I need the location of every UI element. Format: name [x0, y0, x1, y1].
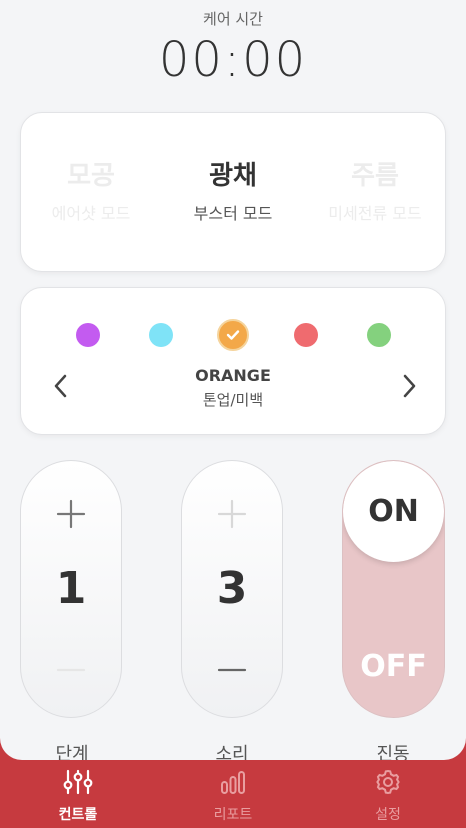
- mode-title: 주름: [351, 161, 399, 191]
- sound-label: 소리: [215, 744, 249, 760]
- sound-plus-button[interactable]: [207, 489, 257, 539]
- color-dot-orange-selected[interactable]: [217, 319, 249, 351]
- tab-label: 리포트: [213, 807, 253, 823]
- mode-subtitle: 미세전류 모드: [328, 204, 422, 223]
- mode-subtitle: 에어샷 모드: [51, 204, 131, 223]
- tab-settings[interactable]: 설정: [310, 760, 466, 828]
- mode-title: 광채: [209, 161, 257, 191]
- color-dot-cyan[interactable]: [149, 323, 173, 347]
- gear-icon: [376, 769, 400, 795]
- sound-control: 3: [181, 460, 283, 718]
- plus-icon: [56, 499, 86, 529]
- level-control: 1: [20, 460, 122, 718]
- color-description: 톤업/미백: [202, 391, 264, 409]
- mode-glow[interactable]: 광채 부스터 모드: [163, 155, 303, 224]
- sound-value: 3: [216, 563, 248, 614]
- vibration-label: 진동: [376, 744, 410, 760]
- level-plus-button[interactable]: [46, 489, 96, 539]
- level-minus-button[interactable]: [46, 645, 96, 695]
- vibration-toggle[interactable]: ON OFF: [342, 460, 445, 718]
- level-label: 단계: [55, 744, 89, 760]
- level-value: 1: [55, 563, 87, 614]
- chevron-right-icon[interactable]: [397, 372, 421, 400]
- vibration-off-label: OFF: [360, 649, 427, 684]
- mode-selector[interactable]: 모공 에어샷 모드 광채 부스터 모드 주름 미세전류 모드: [20, 112, 446, 272]
- care-time-label: 케어 시간: [203, 10, 263, 28]
- color-selector: ORANGE 톤업/미백: [20, 287, 446, 435]
- plus-icon: [217, 499, 247, 529]
- sound-minus-button[interactable]: [207, 645, 257, 695]
- tab-label: 컨트롤: [58, 807, 98, 823]
- tab-control[interactable]: 컨트롤: [0, 760, 156, 828]
- mode-title: 모공: [67, 161, 115, 191]
- color-dot-red[interactable]: [294, 323, 318, 347]
- sliders-icon: [63, 769, 93, 795]
- mode-wrinkle[interactable]: 주름 미세전류 모드: [305, 155, 445, 224]
- control-screen: 케어 시간 00:00 모공 에어샷 모드 광채 부스터 모드 주름 미세전류 …: [0, 0, 466, 760]
- mode-pore[interactable]: 모공 에어샷 모드: [21, 155, 161, 224]
- tab-label: 설정: [375, 807, 401, 823]
- color-dot-green[interactable]: [367, 323, 391, 347]
- minus-icon: [217, 668, 247, 672]
- tab-report[interactable]: 리포트: [155, 760, 311, 828]
- check-icon: [226, 330, 240, 340]
- mode-subtitle: 부스터 모드: [193, 204, 273, 223]
- care-timer: 00:00: [158, 32, 308, 88]
- color-name: ORANGE: [195, 366, 271, 385]
- minus-icon: [56, 668, 86, 672]
- color-dot-purple[interactable]: [76, 323, 100, 347]
- bar-chart-icon: [221, 771, 245, 794]
- bottom-tab-bar: 컨트롤 리포트 설정: [0, 760, 466, 828]
- vibration-on-knob[interactable]: ON: [343, 461, 444, 562]
